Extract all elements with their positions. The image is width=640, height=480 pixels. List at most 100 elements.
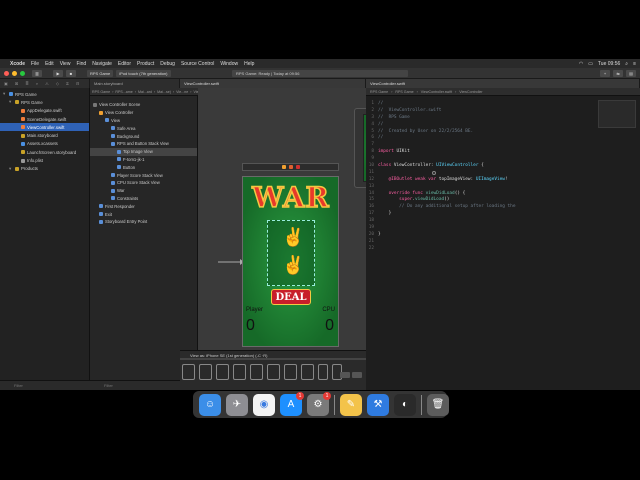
outline-item[interactable]: First Responder: [90, 202, 197, 210]
disclosure-icon[interactable]: ▾: [3, 91, 7, 97]
disclosure-icon[interactable]: ▾: [9, 99, 13, 105]
breadcrumb-segment[interactable]: RPS Game: [395, 90, 413, 94]
code-line[interactable]: 8 import UIKit: [366, 148, 640, 155]
navigator-item[interactable]: LaunchScreen.storyboard: [0, 148, 89, 156]
code-line[interactable]: 20}: [366, 231, 640, 238]
breadcrumb-segment[interactable]: Mai...se): [157, 90, 171, 94]
outline-item[interactable]: View Controller: [90, 109, 197, 117]
outline-item[interactable]: View: [90, 117, 197, 125]
outline-item[interactable]: War: [90, 187, 197, 195]
outline-item[interactable]: Safe Area: [90, 124, 197, 132]
code-editor[interactable]: RPS Game › RPS Game › ViewController.swift › V…: [366, 88, 640, 390]
code-line[interactable]: 22: [366, 245, 640, 252]
scheme-selector[interactable]: RPS Game: [87, 69, 114, 77]
app-store-icon[interactable]: A1: [280, 391, 304, 416]
zoom-in-button[interactable]: [352, 372, 362, 378]
device-size-option[interactable]: [318, 364, 328, 380]
menu-item-editor[interactable]: Editor: [118, 61, 131, 67]
breadcrumb-segment[interactable]: Mai...ard: [138, 90, 152, 94]
code-line[interactable]: 11: [366, 169, 640, 176]
menu-item-debug[interactable]: Debug: [160, 61, 175, 67]
device-size-option[interactable]: [182, 364, 195, 380]
code-line[interactable]: 6 //: [366, 134, 640, 141]
outline-item[interactable]: Exit: [90, 210, 197, 218]
breadcrumb-segment[interactable]: Vie...ne: [176, 90, 188, 94]
menu-item-view[interactable]: View: [60, 61, 71, 67]
menu-item-xcode[interactable]: Xcode: [10, 61, 25, 67]
code-line[interactable]: 18: [366, 217, 640, 224]
menu-item-product[interactable]: Product: [137, 61, 154, 67]
navigator-item[interactable]: ▾ Products: [0, 165, 89, 173]
code-line[interactable]: 17 }: [366, 210, 640, 217]
menu-clock[interactable]: Tue 09:56: [598, 61, 620, 67]
breadcrumb-segment[interactable]: RPS Game: [92, 90, 110, 94]
code-line[interactable]: 10 class ViewController: UIViewController…: [366, 162, 640, 169]
view-controller-scene[interactable]: WAR ✌ ✌ DEAL Player CPU 0 0: [242, 176, 339, 347]
breadcrumb-segment[interactable]: ViewController.swift: [421, 90, 452, 94]
close-window-button[interactable]: [4, 70, 9, 76]
safari-icon[interactable]: ◐: [394, 393, 416, 416]
code-line[interactable]: 5 // Created by User on 22/2/2564 BE.: [366, 128, 640, 135]
navigator-item[interactable]: Main.storyboard: [0, 131, 89, 139]
code-review-button[interactable]: ⇆: [613, 69, 623, 77]
device-size-option[interactable]: [250, 364, 263, 380]
system-preferences-icon[interactable]: ⚙ 1: [307, 391, 331, 416]
outline-item[interactable]: Player Score Stack View: [90, 171, 197, 179]
top-image-view[interactable]: ✌ ✌: [267, 220, 315, 286]
sidebar-toggle-button[interactable]: ▥: [32, 69, 42, 77]
sketch-icon[interactable]: ✎: [340, 393, 362, 416]
menu-item-find[interactable]: Find: [76, 61, 86, 67]
stop-button[interactable]: ■: [66, 69, 76, 77]
code-line[interactable]: 16 // Do any additional setup after load…: [366, 203, 640, 210]
wifi-icon[interactable]: ◠: [579, 61, 583, 67]
navigator-item[interactable]: SceneDelegate.swift: [0, 115, 89, 123]
code-line[interactable]: 7: [366, 141, 640, 148]
menu-item-navigate[interactable]: Navigate: [92, 61, 112, 67]
outline-item[interactable]: CPU Score Stack View: [90, 179, 197, 187]
device-size-option[interactable]: [216, 364, 229, 380]
navigator-item[interactable]: ▾ RPS Game: [0, 98, 89, 106]
navigator-item[interactable]: ▾ RPS Game: [0, 90, 89, 98]
code-minimap[interactable]: [598, 100, 636, 128]
inspector-toggle-button[interactable]: ▤: [626, 69, 636, 77]
navigator-item[interactable]: Info.plist: [0, 156, 89, 164]
deal-button[interactable]: DEAL: [271, 289, 311, 305]
navigator-tabs[interactable]: ▣ ⊠ ≣ ⌕ ⚠ ◇ ⧖ ⊟: [0, 79, 90, 88]
device-size-option[interactable]: [284, 364, 297, 380]
view-controller-icon[interactable]: [281, 165, 286, 169]
device-size-option[interactable]: [199, 364, 212, 380]
outline-item[interactable]: View Controller Scene: [90, 101, 197, 109]
outline-item[interactable]: Constraints: [90, 195, 197, 203]
chrome-icon[interactable]: ◉: [253, 393, 275, 416]
breadcrumb-segment[interactable]: RPS...ame: [115, 90, 132, 94]
minimize-window-button[interactable]: [12, 70, 17, 76]
breadcrumb-segment[interactable]: ViewController: [459, 90, 482, 94]
navigator-filter[interactable]: Filter: [0, 380, 90, 390]
code-line[interactable]: 9: [366, 155, 640, 162]
breadcrumb-segment[interactable]: RPS Game: [370, 90, 388, 94]
code-line[interactable]: 14 override func viewDidLoad() {: [366, 190, 640, 197]
outlet-connection-icon[interactable]: [432, 171, 436, 175]
first-responder-icon[interactable]: [288, 165, 293, 169]
battery-icon[interactable]: ▭: [588, 61, 593, 67]
menu-item-source-control[interactable]: Source Control: [181, 61, 214, 67]
outline-item[interactable]: RPS and Button Stack View: [90, 140, 197, 148]
code-line[interactable]: 15 super. viewDidLoad(): [366, 196, 640, 203]
code-line[interactable]: 12 @IBOutlet weak var topImageView: UIIm…: [366, 176, 640, 183]
exit-icon[interactable]: [295, 165, 300, 169]
device-selector[interactable]: iPod touch (7th generation): [116, 69, 171, 77]
menu-item-edit[interactable]: Edit: [45, 61, 54, 67]
tab-main-storyboard[interactable]: Main.storyboard: [90, 79, 180, 88]
menu-item-help[interactable]: Help: [244, 61, 254, 67]
code-line[interactable]: 19: [366, 224, 640, 231]
xcode-icon[interactable]: ⚒: [367, 393, 389, 416]
code-line[interactable]: 13: [366, 183, 640, 190]
navigator-item[interactable]: Assets.xcassets: [0, 140, 89, 148]
navigator-item[interactable]: ViewController.swift: [0, 123, 89, 132]
editor-breadcrumb[interactable]: RPS Game › RPS Game › ViewController.swift › V…: [366, 88, 640, 96]
spotlight-icon[interactable]: ⌕: [625, 61, 628, 67]
tab-viewcontroller[interactable]: ViewController.swift: [180, 79, 366, 88]
finder-icon[interactable]: ☺: [199, 393, 221, 416]
outline-item[interactable]: Background: [90, 132, 197, 140]
tab-assistant-editor[interactable]: ViewController.swift: [366, 79, 640, 88]
